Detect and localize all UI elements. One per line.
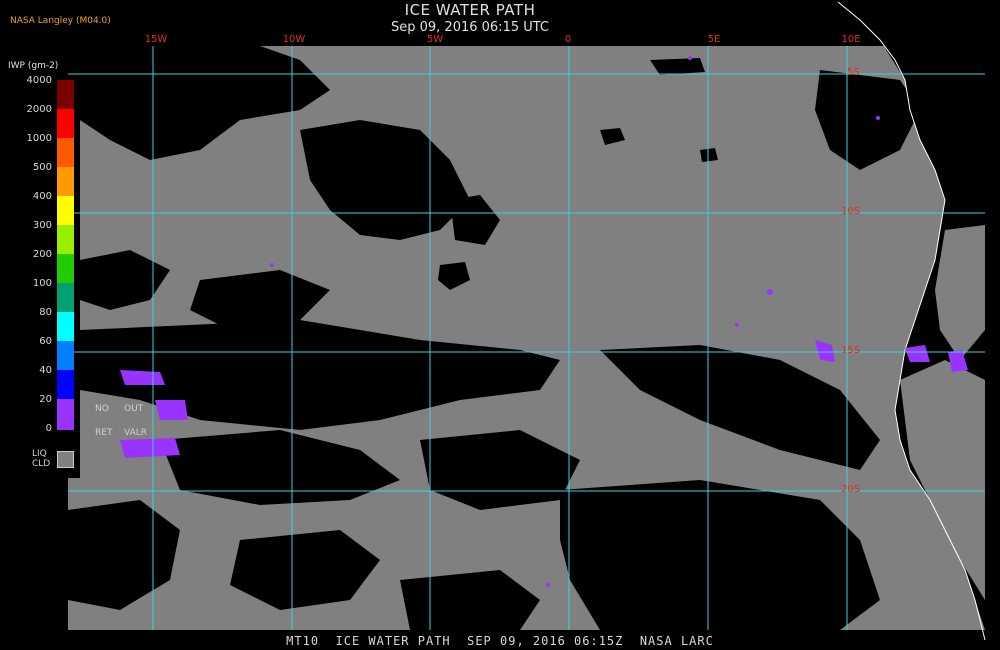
lon-label-10e: 10E [841, 34, 861, 45]
lon-label-10w: 10W [282, 34, 306, 45]
legend-swatch [57, 283, 74, 312]
lat-label-10s: 10S [841, 206, 861, 217]
lat-label-15s: 15S [841, 345, 861, 356]
map-timestamp: Sep 09, 2016 06:15 UTC [390, 20, 550, 35]
lon-label-5e: 5E [707, 34, 721, 45]
liq-label: LIQ [32, 449, 47, 459]
legend-swatch [57, 254, 74, 283]
legend-tick: 0 [45, 423, 52, 434]
legend-tick: 80 [39, 307, 52, 318]
legend-tick: 1000 [26, 133, 52, 144]
legend-tick: 20 [39, 394, 52, 405]
no-label: NO [95, 404, 109, 414]
legend-tick: 2000 [26, 104, 52, 115]
legend-tick: 400 [32, 191, 52, 202]
map-title: ICE WATER PATH [404, 1, 536, 19]
lon-label-15w: 15W [144, 34, 168, 45]
legend-swatch [57, 109, 74, 138]
lat-label-20s: 20S [841, 484, 861, 495]
out-label: OUT [124, 404, 144, 414]
legend-swatch [57, 196, 74, 225]
legend-tick: 60 [39, 336, 52, 347]
ret-label: RET [95, 428, 113, 438]
legend-swatch [57, 167, 74, 196]
lon-label-0: 0 [564, 34, 572, 45]
lon-label-5w: 5W [426, 34, 444, 45]
legend-swatch [57, 80, 74, 109]
legend-tick: 200 [32, 249, 52, 260]
legend-unit: IWP (gm-2) [8, 61, 59, 71]
legend-swatch [57, 341, 74, 370]
legend-tick: 100 [32, 278, 52, 289]
ice-water-path-map [0, 0, 1000, 650]
legend-tick: 40 [39, 365, 52, 376]
footer-caption: MT10 ICE WATER PATH SEP 09, 2016 06:15Z … [286, 634, 714, 648]
valr-label: VALR [124, 428, 148, 438]
legend-swatch [57, 138, 74, 167]
lat-label-5s: 5S [847, 67, 860, 78]
cld-label: CLD [32, 459, 51, 469]
legend-swatch [57, 312, 74, 341]
legend-tick: 300 [32, 220, 52, 231]
legend-swatch [57, 399, 74, 430]
source-label: NASA Langley (M04.0) [10, 16, 111, 26]
legend-swatch [57, 370, 74, 399]
liquid-cloud-swatch [57, 451, 74, 468]
legend-swatch [57, 225, 74, 254]
legend-tick: 4000 [26, 75, 52, 86]
legend-tick: 500 [32, 162, 52, 173]
